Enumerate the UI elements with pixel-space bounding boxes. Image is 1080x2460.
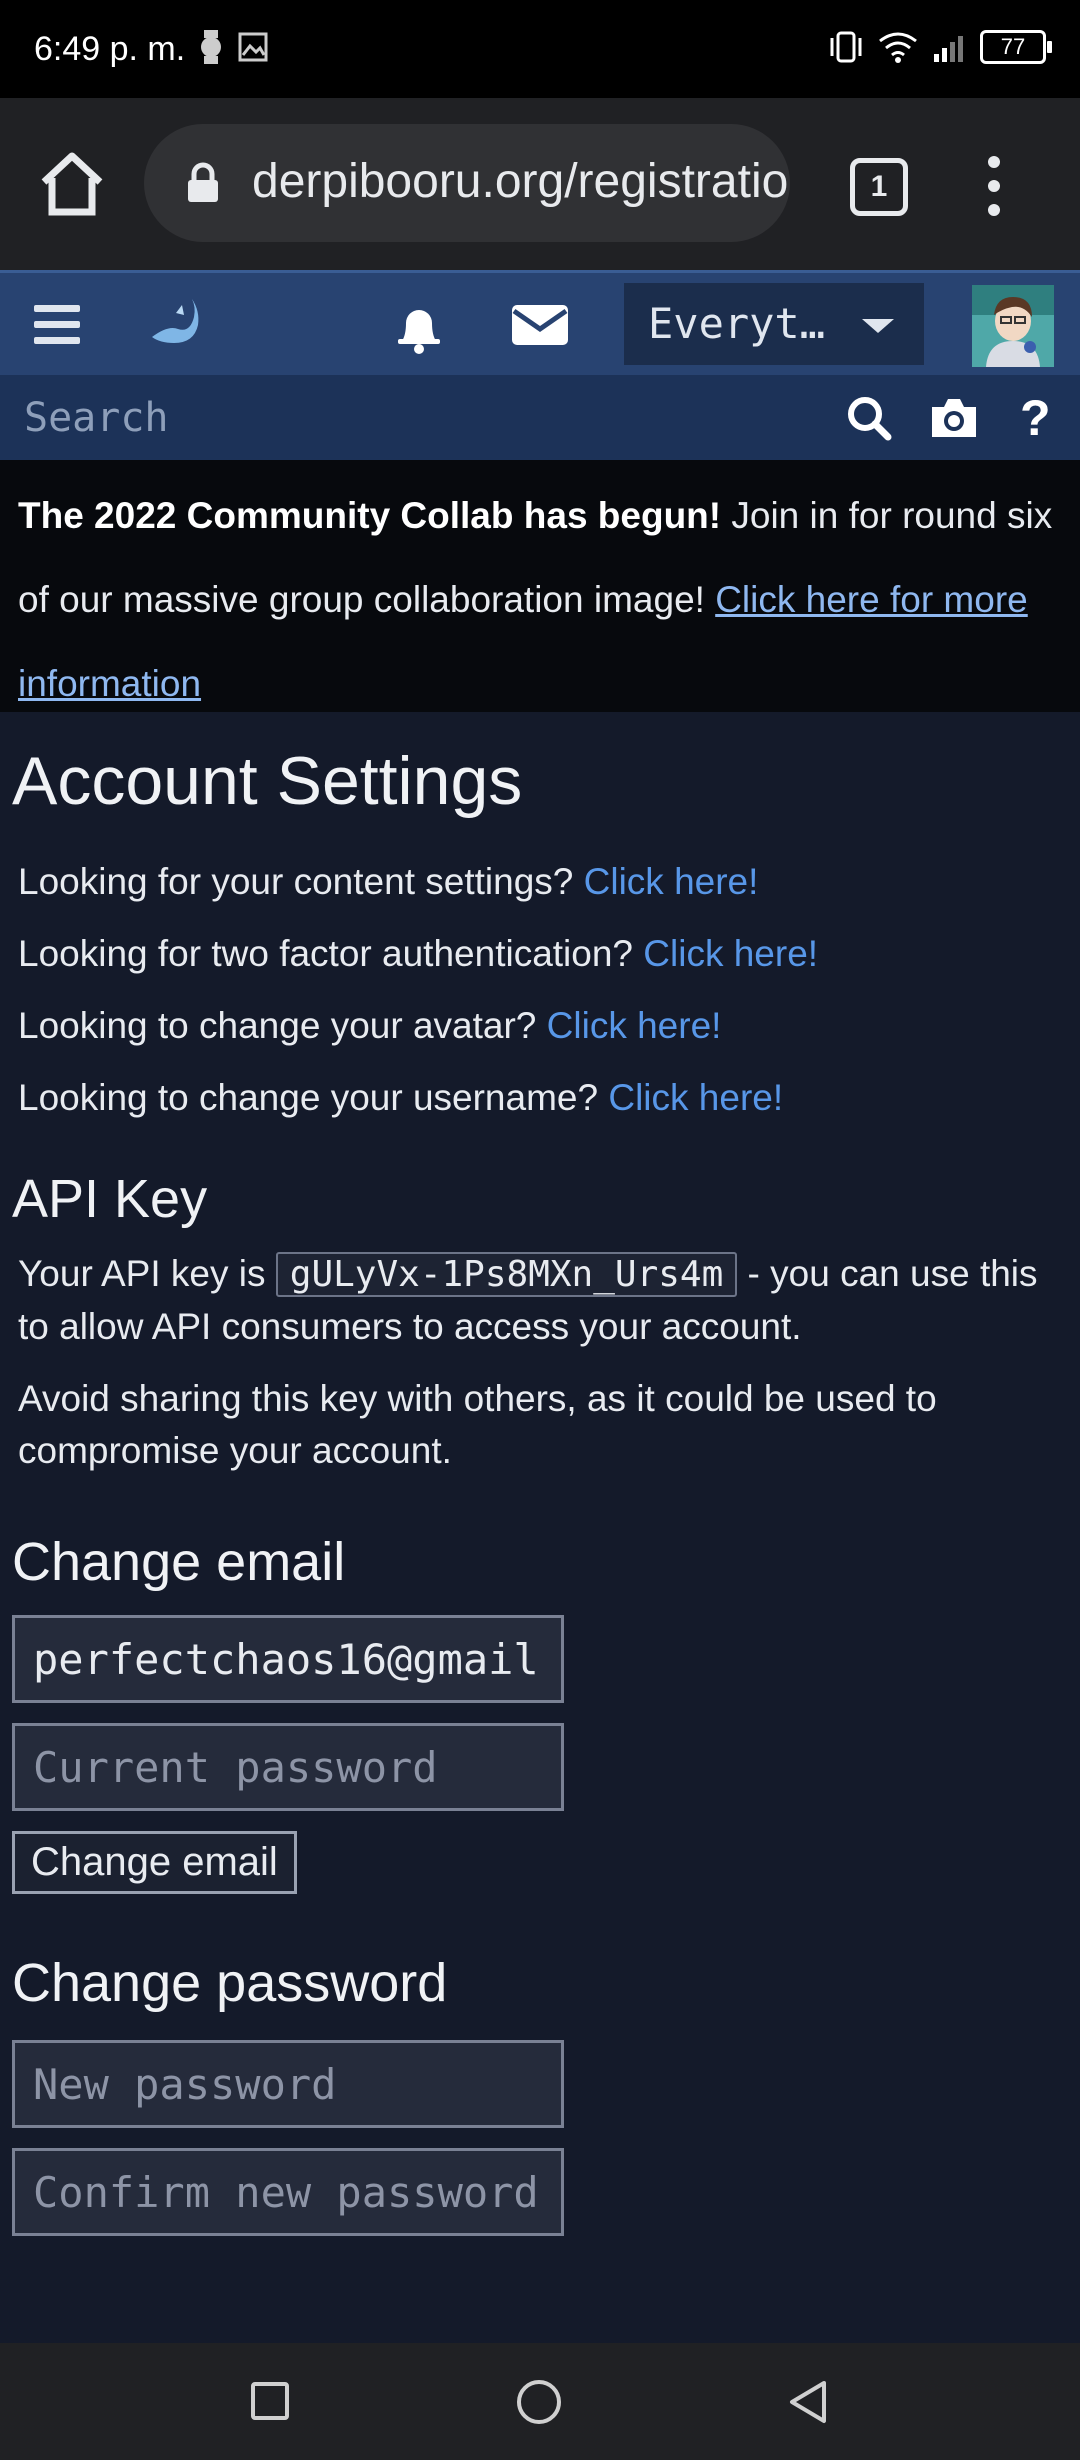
site-search-bar: ? xyxy=(0,375,1080,460)
change-password-heading: Change password xyxy=(12,1953,448,2013)
filter-select[interactable]: Everyt… xyxy=(624,283,924,365)
status-bar: 6:49 p. m. 77 xyxy=(0,0,1080,98)
system-navigation-bar xyxy=(0,2343,1080,2460)
account-settings-content: Account Settings Looking for your conten… xyxy=(12,712,1068,2236)
image-icon xyxy=(238,32,268,62)
vibrate-icon xyxy=(830,31,862,63)
camera-icon[interactable] xyxy=(928,395,980,439)
change-avatar-link[interactable]: Click here! xyxy=(547,1005,722,1046)
lock-icon xyxy=(188,162,218,202)
wifi-icon xyxy=(879,32,917,63)
two-factor-row: Looking for two factor authentication? C… xyxy=(18,933,819,974)
user-avatar[interactable] xyxy=(972,285,1054,367)
system-icons: 77 xyxy=(828,30,1052,64)
clock: 6:49 p. m. xyxy=(34,30,186,68)
watch-icon xyxy=(201,30,221,64)
home-nav-icon[interactable] xyxy=(516,2379,562,2425)
notice-headline: The 2022 Community Collab has begun! xyxy=(18,495,722,536)
address-bar[interactable]: derpibooru.org/registrations/edit xyxy=(144,124,790,242)
page-title: Account Settings xyxy=(12,743,523,819)
api-key-heading: API Key xyxy=(12,1169,208,1229)
chevron-down-icon xyxy=(862,319,894,333)
confirm-password-field[interactable] xyxy=(12,2148,564,2236)
email-field[interactable] xyxy=(12,1615,564,1703)
messages-envelope-icon[interactable] xyxy=(510,301,570,349)
avatar-row: Looking to change your avatar? Click her… xyxy=(18,1005,722,1046)
new-password-field[interactable] xyxy=(12,2040,564,2128)
api-key-text: Your API key is gULyVx-1Ps8MXn_Urs4m - y… xyxy=(18,1252,1038,1347)
change-username-link[interactable]: Click here! xyxy=(608,1077,783,1118)
notifications-bell-icon[interactable] xyxy=(392,299,446,355)
site-header: Everyt… xyxy=(0,270,1080,375)
search-icon[interactable] xyxy=(846,395,892,441)
api-key-value: gULyVx-1Ps8MXn_Urs4m xyxy=(275,1252,738,1297)
back-icon[interactable] xyxy=(786,2379,830,2425)
recents-icon[interactable] xyxy=(250,2381,290,2421)
two-factor-link[interactable]: Click here! xyxy=(643,933,818,974)
site-notice-banner: The 2022 Community Collab has begun! Joi… xyxy=(0,460,1080,712)
tab-switcher-button[interactable]: 1 xyxy=(850,158,908,216)
menu-icon[interactable] xyxy=(982,156,1006,216)
content-settings-link[interactable]: Click here! xyxy=(584,861,759,902)
site-logo[interactable] xyxy=(148,295,202,349)
home-icon[interactable] xyxy=(36,148,108,220)
api-key-warning: Avoid sharing this key with others, as i… xyxy=(18,1378,937,1471)
help-icon[interactable]: ? xyxy=(1020,389,1051,447)
current-password-field[interactable] xyxy=(12,1723,564,1811)
username-row: Looking to change your username? Click h… xyxy=(18,1077,784,1118)
url-text: derpibooru.org/registrations/edit xyxy=(252,155,790,208)
change-email-heading: Change email xyxy=(12,1532,346,1592)
browser-toolbar: derpibooru.org/registrations/edit 1 xyxy=(0,98,1080,270)
search-input[interactable] xyxy=(0,375,820,460)
hamburger-menu-icon[interactable] xyxy=(34,305,80,353)
signal-icon xyxy=(934,36,963,62)
filter-label: Everyt… xyxy=(648,299,826,348)
change-email-button[interactable]: Change email xyxy=(12,1831,297,1894)
battery-indicator: 77 xyxy=(980,30,1052,64)
content-settings-row: Looking for your content settings? Click… xyxy=(18,861,759,902)
notification-icons xyxy=(200,30,268,64)
